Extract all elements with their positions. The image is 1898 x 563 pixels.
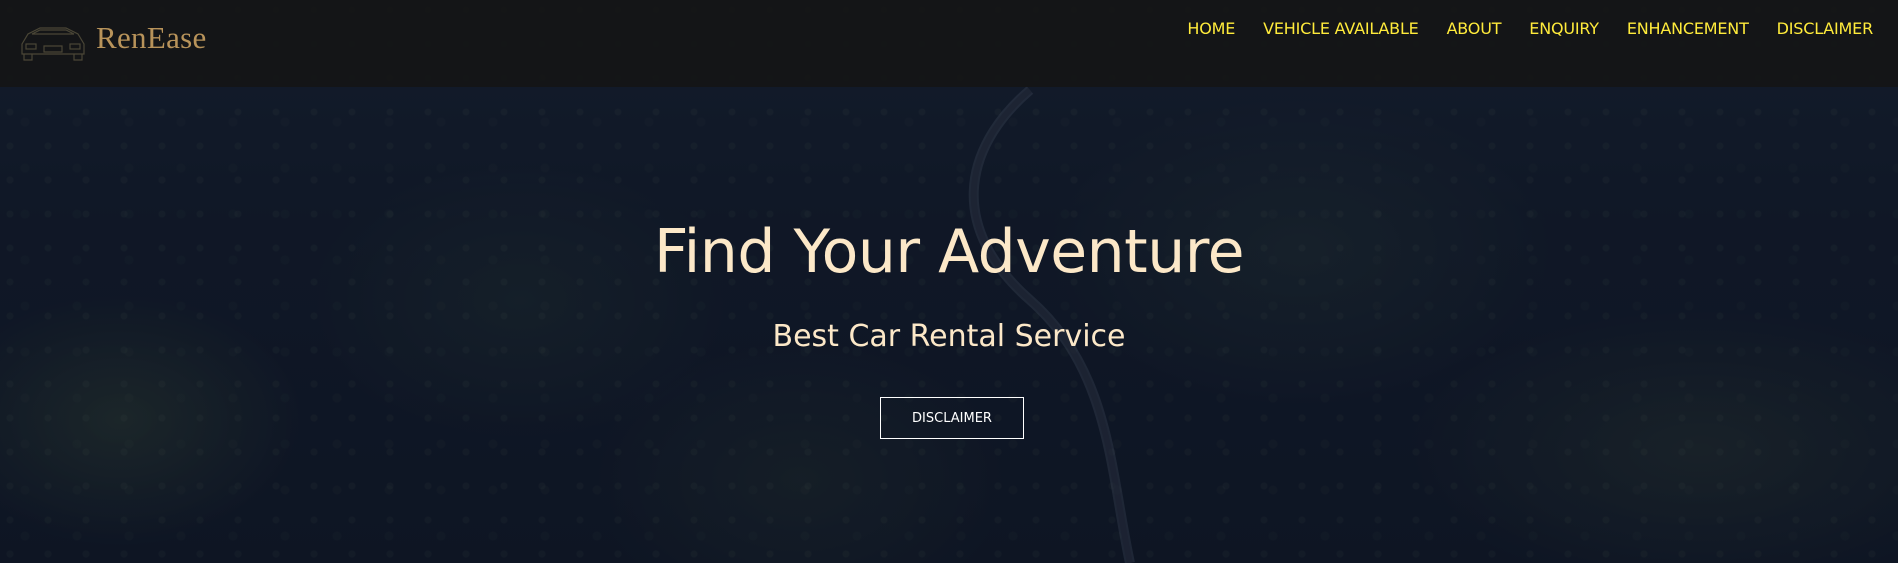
nav-item-vehicle-available: VEHICLE AVAILABLE bbox=[1263, 19, 1419, 38]
nav-item-home: HOME bbox=[1187, 19, 1235, 38]
nav-item-disclaimer: DISCLAIMER bbox=[1777, 19, 1874, 38]
nav-link-vehicle-available[interactable]: VEHICLE AVAILABLE bbox=[1263, 19, 1419, 38]
disclaimer-button[interactable]: DISCLAIMER bbox=[880, 397, 1024, 439]
nav-links: HOME VEHICLE AVAILABLE ABOUT ENQUIRY ENH… bbox=[1159, 19, 1873, 38]
nav-link-enhancement[interactable]: ENHANCEMENT bbox=[1627, 19, 1749, 38]
hero-subtitle: Best Car Rental Service bbox=[772, 319, 1126, 354]
brand[interactable]: RenEase bbox=[18, 10, 207, 66]
brand-name: RenEase bbox=[96, 20, 207, 55]
car-outline-icon bbox=[21, 27, 85, 61]
hero-title: Find Your Adventure bbox=[653, 217, 1245, 287]
top-navbar: RenEase HOME VEHICLE AVAILABLE ABOUT ENQ… bbox=[0, 0, 1898, 87]
nav-link-enquiry[interactable]: ENQUIRY bbox=[1529, 19, 1599, 38]
nav-link-disclaimer[interactable]: DISCLAIMER bbox=[1777, 19, 1874, 38]
nav-item-about: ABOUT bbox=[1447, 19, 1502, 38]
nav-link-about[interactable]: ABOUT bbox=[1447, 19, 1502, 38]
nav-link-home[interactable]: HOME bbox=[1187, 19, 1235, 38]
nav-item-enquiry: ENQUIRY bbox=[1529, 19, 1599, 38]
nav-item-enhancement: ENHANCEMENT bbox=[1627, 19, 1749, 38]
